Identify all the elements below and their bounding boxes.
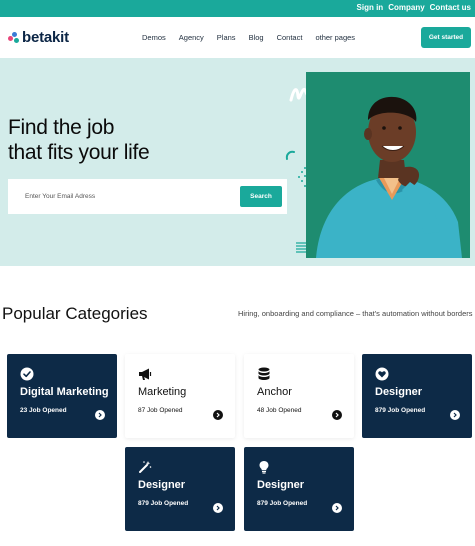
nav-item-plans[interactable]: Plans bbox=[217, 33, 236, 42]
chevron-right-icon bbox=[216, 505, 220, 511]
brand-name: betakit bbox=[22, 29, 69, 46]
sign-in-link[interactable]: Sign in bbox=[357, 3, 384, 12]
hero-person-photo bbox=[306, 72, 470, 258]
card-count: 23 Job Opened bbox=[20, 407, 67, 414]
category-card-designer[interactable]: Designer 879 Job Opened bbox=[362, 354, 472, 438]
chevron-right-icon bbox=[335, 505, 339, 511]
nav-item-contact[interactable]: Contact bbox=[277, 33, 303, 42]
card-title: Anchor bbox=[257, 386, 292, 398]
card-title: Digital Marketing bbox=[20, 386, 109, 398]
main-nav: betakit Demos Agency Plans Blog Contact … bbox=[0, 17, 475, 58]
section-subtitle: Hiring, onboarding and compliance – that… bbox=[238, 309, 473, 318]
category-card-anchor[interactable]: Anchor 48 Job Opened bbox=[244, 354, 354, 438]
nav-item-other-pages[interactable]: other pages bbox=[315, 33, 355, 42]
nav-menu: Demos Agency Plans Blog Contact other pa… bbox=[142, 33, 355, 42]
hook-decoration-icon bbox=[285, 150, 295, 160]
hero-section: Find the job that fits your life Search bbox=[0, 58, 475, 266]
card-arrow-button[interactable] bbox=[450, 410, 460, 420]
hero-title-line-1: Find the job bbox=[8, 116, 115, 139]
top-bar: Sign in Company Contact us bbox=[0, 0, 475, 17]
nav-item-agency[interactable]: Agency bbox=[179, 33, 204, 42]
top-links: Sign in Company Contact us bbox=[357, 3, 471, 12]
hero-title-line-2: that fits your life bbox=[8, 141, 150, 164]
card-arrow-button[interactable] bbox=[213, 503, 223, 513]
lightbulb-icon bbox=[259, 461, 269, 474]
email-search-form: Search bbox=[8, 179, 287, 214]
card-count: 879 Job Opened bbox=[138, 500, 189, 507]
chevron-right-icon bbox=[453, 412, 457, 418]
get-started-button[interactable]: Get started bbox=[421, 27, 471, 48]
logo[interactable]: betakit bbox=[8, 29, 69, 46]
category-card-digital-marketing[interactable]: Digital Marketing 23 Job Opened bbox=[7, 354, 117, 438]
chevron-right-icon bbox=[216, 412, 220, 418]
heart-circle-icon bbox=[375, 367, 389, 381]
hero-title: Find the job that fits your life bbox=[8, 115, 150, 165]
megaphone-icon bbox=[139, 368, 152, 380]
card-arrow-button[interactable] bbox=[213, 410, 223, 420]
card-title: Designer bbox=[138, 479, 186, 491]
category-card-designer-3[interactable]: Designer 879 Job Opened bbox=[244, 447, 354, 531]
category-card-designer-2[interactable]: Designer 879 Job Opened bbox=[125, 447, 235, 531]
nav-item-demos[interactable]: Demos bbox=[142, 33, 166, 42]
section-title: Popular Categories bbox=[2, 304, 148, 323]
search-button[interactable]: Search bbox=[240, 186, 282, 207]
card-arrow-button[interactable] bbox=[332, 503, 342, 513]
chevron-right-icon bbox=[335, 412, 339, 418]
contact-us-link[interactable]: Contact us bbox=[430, 3, 471, 12]
database-icon bbox=[258, 367, 270, 380]
card-title: Designer bbox=[375, 386, 423, 398]
card-arrow-button[interactable] bbox=[332, 410, 342, 420]
magic-wand-icon bbox=[139, 461, 152, 473]
card-title: Designer bbox=[257, 479, 305, 491]
card-title: Marketing bbox=[138, 386, 187, 398]
card-count: 48 Job Opened bbox=[257, 407, 302, 414]
company-link[interactable]: Company bbox=[388, 3, 424, 12]
card-arrow-button[interactable] bbox=[95, 410, 105, 420]
category-card-marketing[interactable]: Marketing 87 Job Opened bbox=[125, 354, 235, 438]
chevron-right-icon bbox=[98, 412, 102, 418]
check-circle-icon bbox=[20, 367, 34, 381]
card-count: 879 Job Opened bbox=[375, 407, 426, 414]
card-count: 87 Job Opened bbox=[138, 407, 183, 414]
nav-item-blog[interactable]: Blog bbox=[249, 33, 264, 42]
logo-mark-icon bbox=[8, 31, 20, 44]
email-input[interactable] bbox=[8, 179, 238, 214]
card-count: 879 Job Opened bbox=[257, 500, 308, 507]
